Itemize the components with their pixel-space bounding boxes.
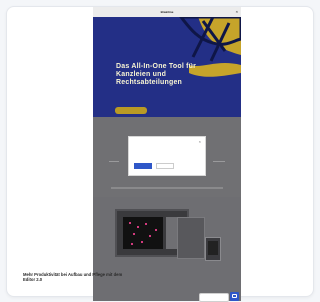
settings-button[interactable] [177, 163, 201, 169]
product-devices-image [111, 203, 223, 267]
chat-icon[interactable] [230, 292, 239, 301]
close-icon[interactable]: × [236, 7, 238, 17]
hero-title: Das All-In-One Tool für Kanzleien und Re… [116, 63, 197, 86]
phone-mockup [205, 237, 221, 261]
tablet-mockup [177, 217, 205, 259]
divider-left [109, 161, 119, 162]
hero-cta-button[interactable] [115, 107, 147, 114]
brand-logo: Brainline [160, 10, 174, 14]
cookie-consent-dialog: × [128, 136, 206, 176]
hero-section: Das All-In-One Tool für Kanzleien und Re… [93, 17, 241, 117]
section-divider [111, 187, 223, 189]
cookie-settings-pill[interactable] [199, 293, 229, 302]
close-icon[interactable]: × [199, 139, 201, 144]
deny-button[interactable] [156, 163, 174, 169]
accept-button[interactable] [134, 163, 152, 169]
section-heading: Mehr Produktivität bei Aufbau und Pflege… [23, 272, 123, 282]
top-bar: Brainline × [93, 7, 241, 17]
divider-right [213, 161, 225, 162]
laptop-screen [123, 217, 163, 249]
